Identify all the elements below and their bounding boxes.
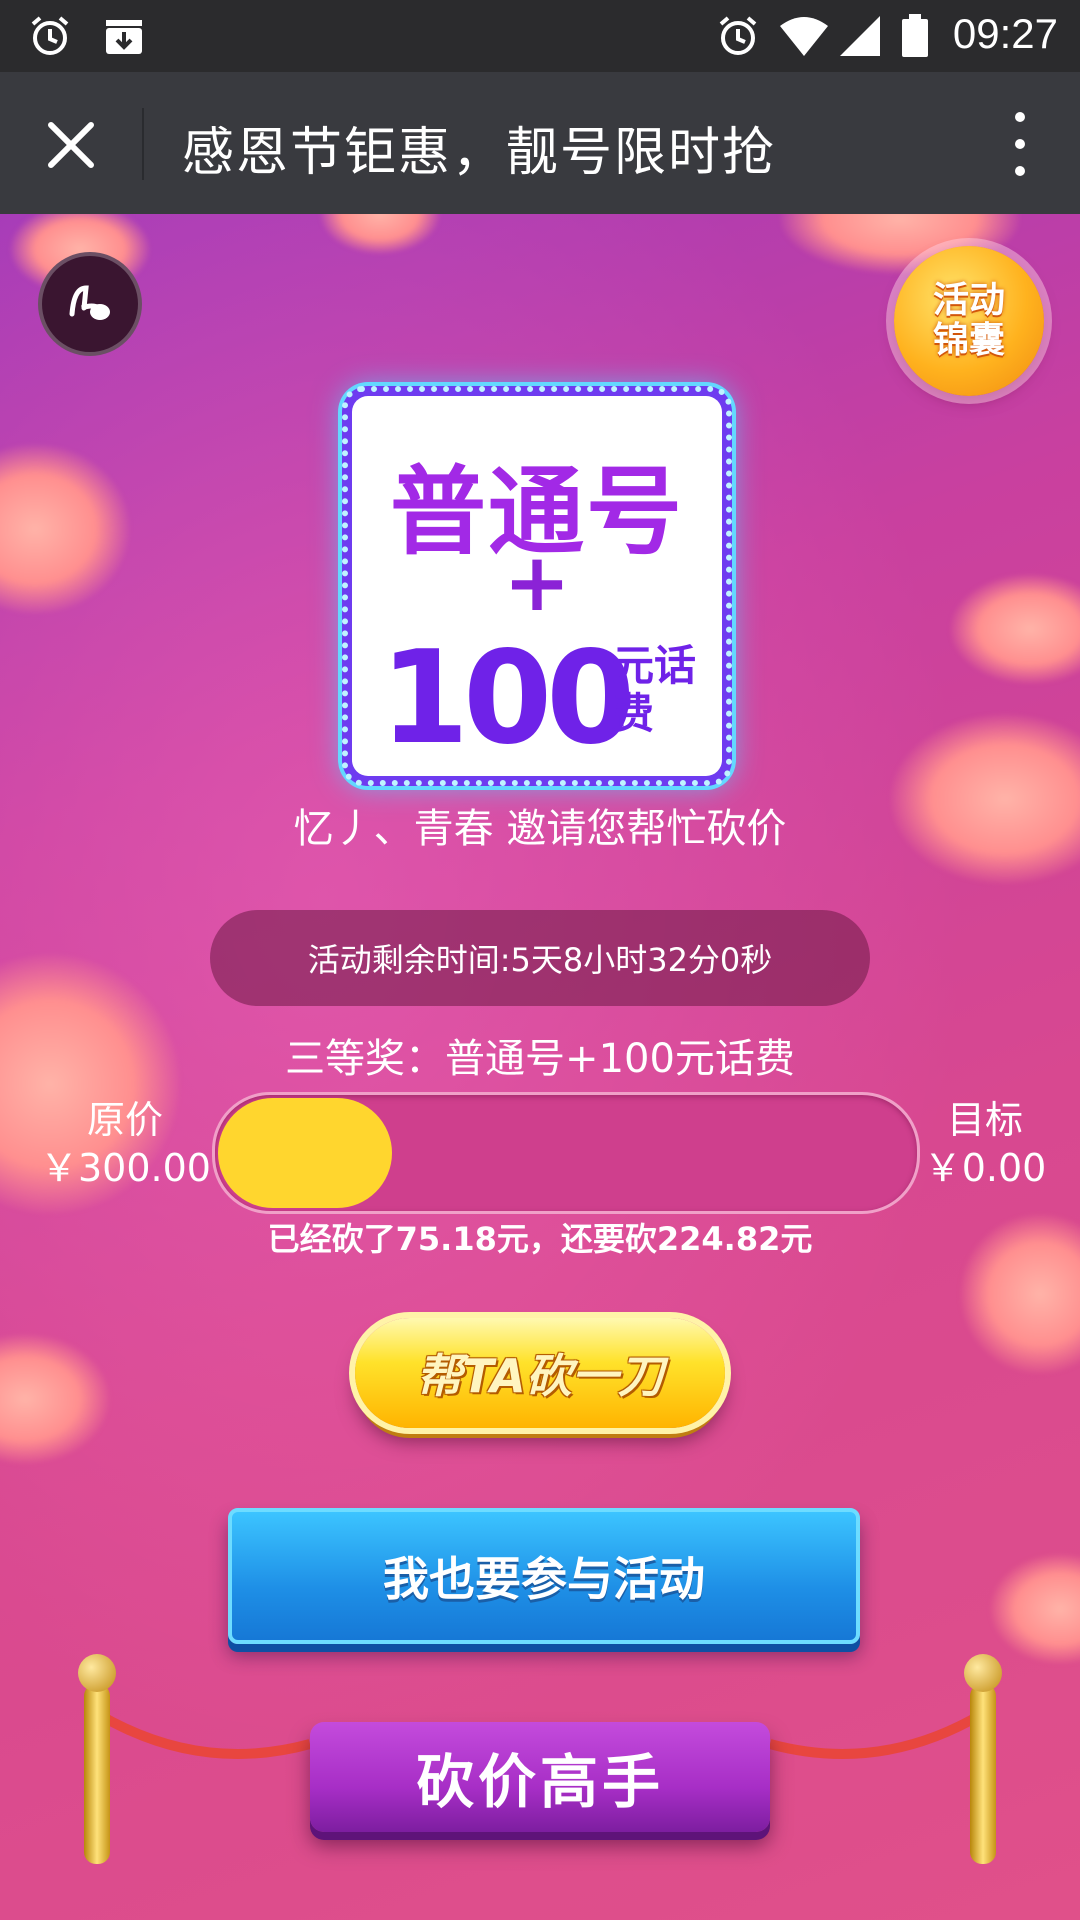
prize-plus: + <box>503 536 571 629</box>
activity-page: 活动锦囊 普通号 + 100 元话费 忆丿、青春 邀请您帮忙砍价 活动剩余时间:… <box>0 214 1080 1920</box>
download-icon <box>106 20 142 54</box>
target-price-value: ￥0.00 <box>923 1146 1047 1190</box>
target-price-label: 目标 <box>946 1098 1023 1142</box>
title-bar: 感恩节钜惠，靓号限时抢 <box>0 72 1080 214</box>
alarm-icon <box>719 16 757 55</box>
decor-blob <box>0 444 130 614</box>
countdown-text: 活动剩余时间:5天8小时32分0秒 <box>307 941 773 979</box>
close-button[interactable] <box>36 110 106 180</box>
title-divider <box>142 108 144 180</box>
more-dot-icon <box>1015 112 1025 122</box>
music-toggle-button[interactable] <box>38 252 142 356</box>
prize-amount: 100 <box>380 624 635 773</box>
rope-post-icon <box>78 1654 116 1864</box>
leaderboard-title-text: 砍价高手 <box>415 1748 664 1816</box>
target-price: 目标 ￥0.00 <box>920 1096 1050 1192</box>
status-time: 09:27 <box>952 10 1058 57</box>
leaderboard-title: 砍价高手 <box>310 1722 770 1832</box>
more-dot-icon <box>1015 139 1025 149</box>
prize-card: 普通号 + 100 元话费 <box>342 386 732 786</box>
alarm-icon <box>31 16 69 55</box>
activity-tips-label: 活动锦囊 <box>932 280 1005 361</box>
bargain-status: 已经砍了75.18元，还要砍224.82元 <box>267 1220 813 1258</box>
original-price-label: 原价 <box>86 1098 163 1142</box>
more-dot-icon <box>1015 166 1025 176</box>
decor-blob <box>320 214 440 254</box>
original-price-value: ￥300.00 <box>40 1146 211 1190</box>
decor-blob <box>0 1334 110 1464</box>
more-options-button[interactable] <box>996 112 1044 176</box>
activity-tips-button[interactable]: 活动锦囊 <box>894 246 1044 396</box>
signal-icon <box>840 16 880 56</box>
prize-unit: 元话费 <box>612 641 697 738</box>
status-bar: 09:27 <box>0 0 1080 72</box>
bargain-progress-bar <box>212 1092 920 1214</box>
prize-level: 三等奖：普通号+100元话费 <box>285 1036 795 1082</box>
page-title: 感恩节钜惠，靓号限时抢 <box>182 123 777 183</box>
countdown-timer: 活动剩余时间:5天8小时32分0秒 <box>210 910 870 1006</box>
help-cut-button[interactable]: 帮TA砍一刀 <box>355 1318 725 1428</box>
rope-post-icon <box>964 1654 1002 1864</box>
battery-icon <box>902 14 928 57</box>
decor-blob <box>950 574 1080 684</box>
help-cut-label: 帮TA砍一刀 <box>416 1349 664 1403</box>
original-price: 原价 ￥300.00 <box>40 1096 211 1192</box>
leaderboard-header: 砍价高手 <box>60 1654 1020 1920</box>
close-icon <box>48 122 94 168</box>
decor-blob <box>990 1554 1080 1664</box>
bargain-progress-fill <box>218 1098 392 1208</box>
invite-text: 忆丿、青春 邀请您帮忙砍价 <box>293 806 787 852</box>
music-note-icon <box>69 285 110 320</box>
join-activity-button[interactable]: 我也要参与活动 <box>228 1508 860 1644</box>
wifi-icon <box>780 17 828 56</box>
join-activity-label: 我也要参与活动 <box>383 1552 705 1606</box>
